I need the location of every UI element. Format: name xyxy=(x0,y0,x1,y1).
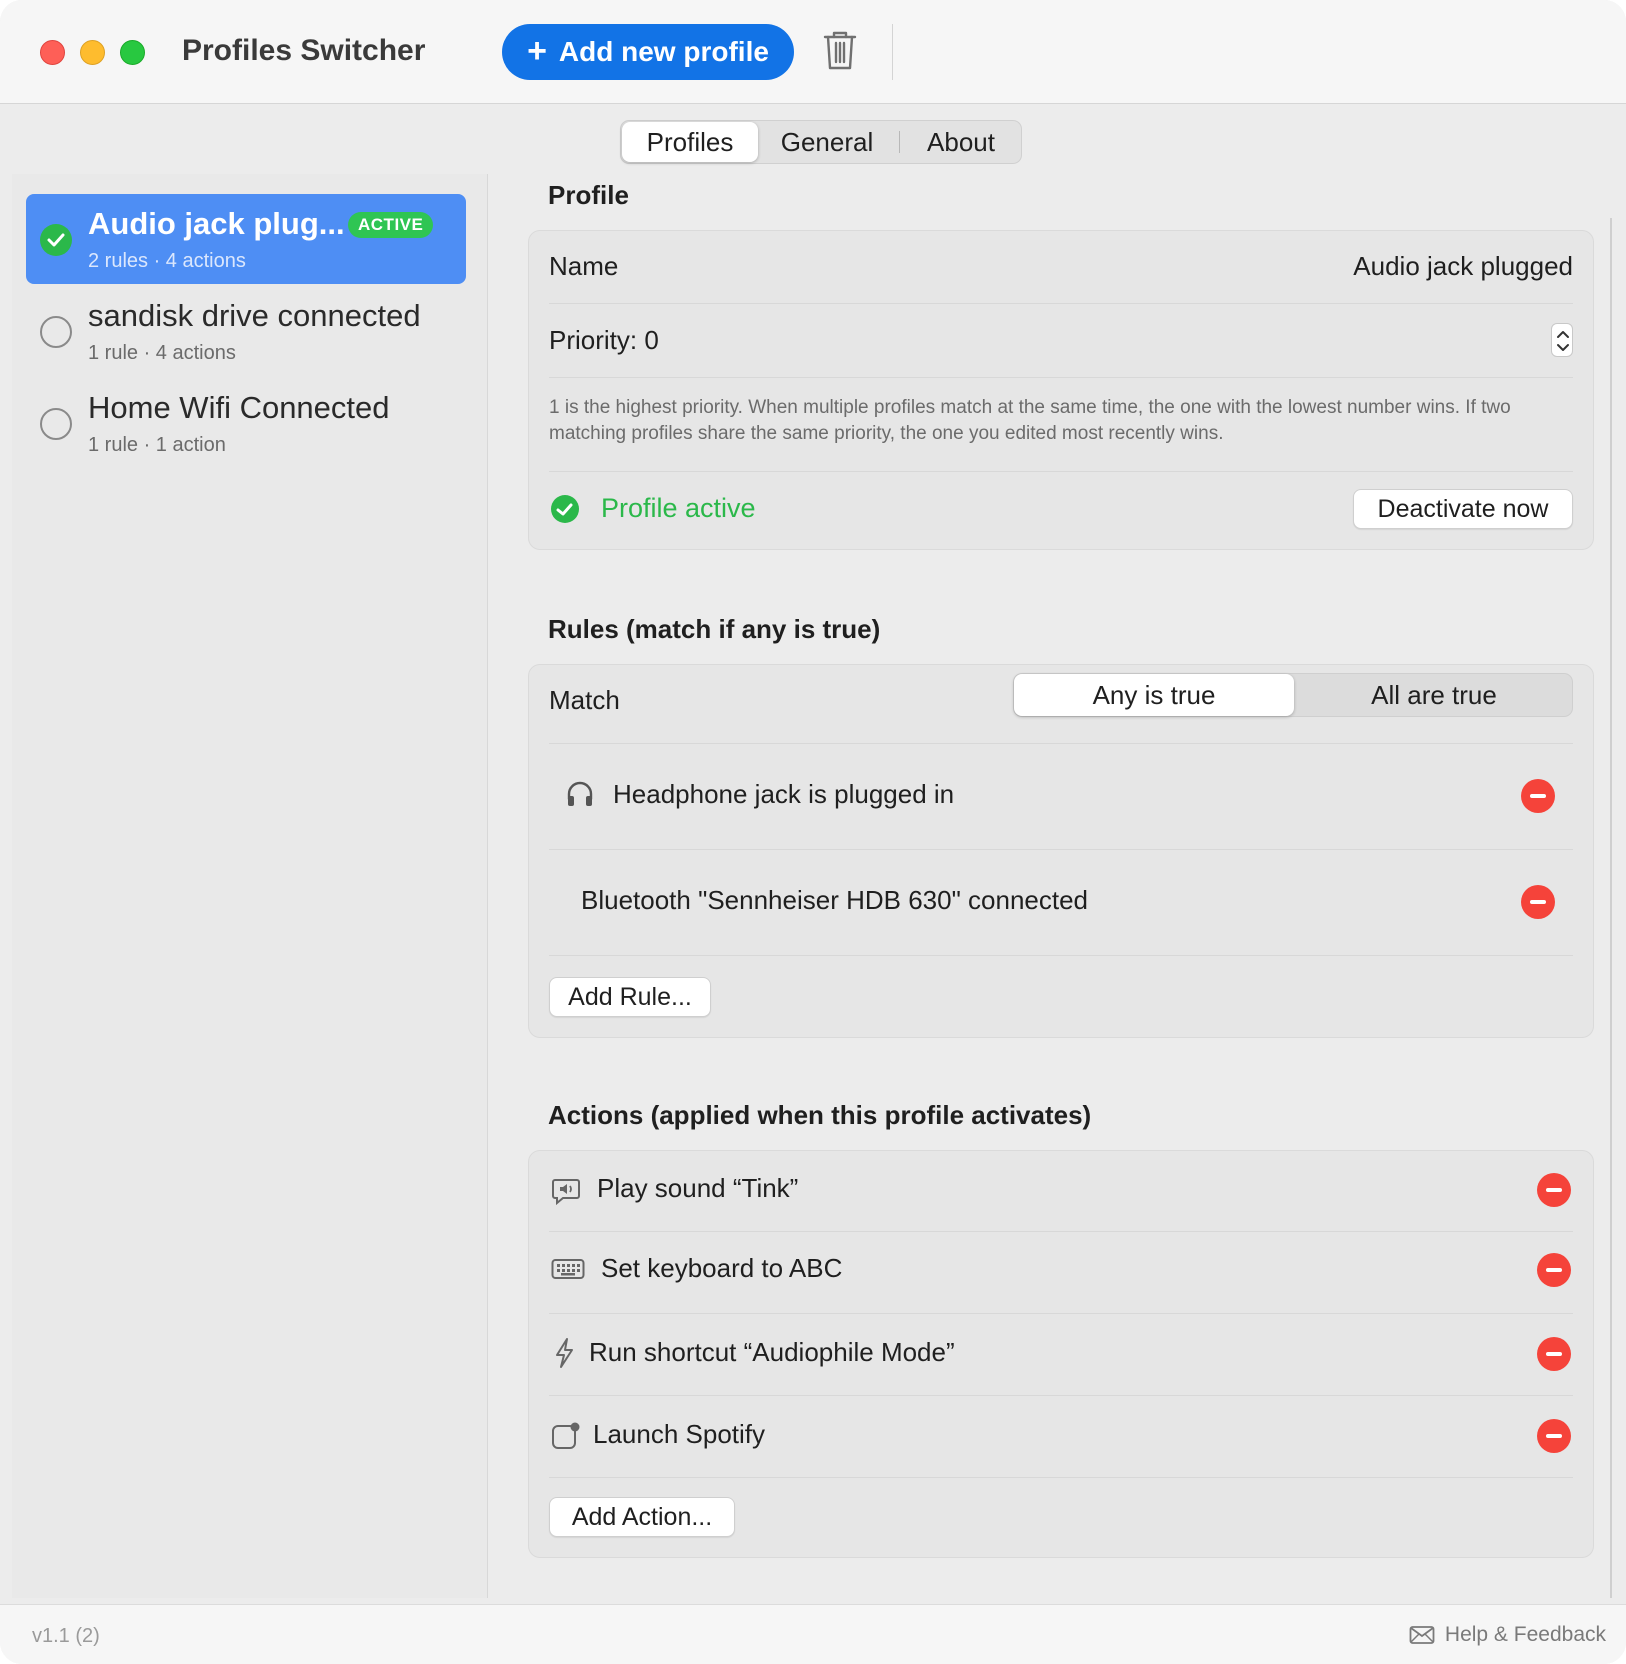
remove-rule-button[interactable] xyxy=(1521,885,1555,919)
profile-active-check-icon xyxy=(551,495,579,523)
priority-stepper[interactable] xyxy=(1551,323,1573,357)
tab-about[interactable]: About xyxy=(903,121,1019,163)
match-all-option[interactable]: All are true xyxy=(1294,674,1574,716)
add-rule-button[interactable]: Add Rule... xyxy=(549,977,711,1017)
action-text: Run shortcut “Audiophile Mode” xyxy=(589,1337,955,1367)
divider xyxy=(549,377,1573,378)
active-check-icon xyxy=(40,224,72,256)
divider xyxy=(549,303,1573,304)
action-text: Set keyboard to ABC xyxy=(601,1253,843,1283)
plus-icon: + xyxy=(527,31,547,70)
rules-section-title: Rules (match if any is true) xyxy=(548,614,881,644)
actions-section-title: Actions (applied when this profile activ… xyxy=(548,1100,1092,1130)
action-row[interactable]: Run shortcut “Audiophile Mode” xyxy=(549,1315,1573,1395)
rule-row[interactable]: Headphone jack is plugged in xyxy=(549,745,1573,849)
match-row: Match Any is true All are true xyxy=(549,673,1573,721)
minimize-window-button[interactable] xyxy=(80,40,105,65)
remove-action-button[interactable] xyxy=(1537,1419,1571,1453)
profile-name: Audio jack plug... xyxy=(88,206,345,241)
profile-detail-pane: Profile Name Audio jack plugged Priority… xyxy=(490,164,1610,1598)
delete-profile-button[interactable] xyxy=(820,28,860,72)
app-window: Profiles Switcher + Add new profile Prof… xyxy=(0,0,1626,1664)
close-window-button[interactable] xyxy=(40,40,65,65)
divider xyxy=(549,1395,1573,1396)
profile-summary: 1 rule · 1 action xyxy=(88,434,226,456)
profile-name: sandisk drive connected xyxy=(88,298,421,333)
action-text: Launch Spotify xyxy=(593,1419,766,1449)
tab-general[interactable]: General xyxy=(761,121,893,163)
actions-group: Play sound “Tink” Set keyboard to ABC Ru… xyxy=(528,1150,1594,1558)
rules-group: Match Any is true All are true Headphone… xyxy=(528,664,1594,1038)
priority-label: Priority: 0 xyxy=(549,325,659,355)
match-mode-segmented-control: Any is true All are true xyxy=(1013,673,1573,717)
add-action-button[interactable]: Add Action... xyxy=(549,1497,735,1537)
add-new-profile-label: Add new profile xyxy=(558,36,769,67)
remove-action-button[interactable] xyxy=(1537,1173,1571,1207)
profile-item-sandisk[interactable]: sandisk drive connected 1 rule · 4 actio… xyxy=(26,286,466,376)
toolbar-divider xyxy=(892,24,893,80)
remove-action-button[interactable] xyxy=(1537,1253,1571,1287)
remove-action-button[interactable] xyxy=(1537,1337,1571,1371)
divider xyxy=(549,743,1573,744)
inactive-radio-icon xyxy=(40,316,72,348)
action-text: Play sound “Tink” xyxy=(597,1173,799,1203)
inactive-radio-icon xyxy=(40,408,72,440)
add-new-profile-button[interactable]: + Add new profile xyxy=(502,24,794,80)
match-any-option[interactable]: Any is true xyxy=(1014,674,1294,716)
divider xyxy=(549,1231,1573,1232)
vertical-scrollbar[interactable] xyxy=(1610,218,1612,1598)
profile-item-audio-jack[interactable]: Audio jack plug... ACTIVE 2 rules · 4 ac… xyxy=(26,194,466,284)
deactivate-now-button[interactable]: Deactivate now xyxy=(1353,489,1573,529)
window-title: Profiles Switcher xyxy=(182,34,426,67)
action-row[interactable]: Set keyboard to ABC xyxy=(549,1233,1573,1313)
profile-name: Home Wifi Connected xyxy=(88,390,390,425)
version-label: v1.1 (2) xyxy=(32,1625,100,1647)
profile-summary: 1 rule · 4 actions xyxy=(88,342,236,364)
active-badge: ACTIVE xyxy=(348,212,434,238)
stepper-arrows-icon xyxy=(1557,331,1569,351)
bolt-icon xyxy=(556,1338,573,1368)
name-label: Name xyxy=(549,251,619,281)
rule-row[interactable]: Bluetooth "Sennheiser HDB 630" connected xyxy=(549,851,1573,955)
divider xyxy=(549,849,1573,850)
priority-row: Priority: 0 xyxy=(549,323,1573,361)
envelope-icon xyxy=(1409,1626,1435,1644)
divider xyxy=(549,1313,1573,1314)
divider xyxy=(549,955,1573,956)
tab-bar: Profiles General About xyxy=(620,120,1022,164)
keyboard-icon xyxy=(551,1259,585,1279)
tab-profiles[interactable]: Profiles xyxy=(622,122,758,162)
profile-item-home-wifi[interactable]: Home Wifi Connected 1 rule · 1 action xyxy=(26,378,466,468)
remove-rule-button[interactable] xyxy=(1521,779,1555,813)
profile-status-text: Profile active xyxy=(601,493,756,523)
help-feedback-link[interactable]: Help & Feedback xyxy=(1409,1623,1606,1647)
profile-section-title: Profile xyxy=(548,180,629,210)
profiles-sidebar: Audio jack plug... ACTIVE 2 rules · 4 ac… xyxy=(12,174,488,1598)
priority-hint: 1 is the highest priority. When multiple… xyxy=(549,397,1511,444)
app-launch-icon xyxy=(552,1422,580,1449)
profile-settings-group: Name Audio jack plugged Priority: 0 1 is… xyxy=(528,230,1594,550)
rule-text: Headphone jack is plugged in xyxy=(613,779,955,809)
name-row: Name Audio jack plugged xyxy=(549,251,1573,287)
headphones-icon xyxy=(567,781,593,806)
action-row[interactable]: Launch Spotify xyxy=(549,1397,1573,1477)
match-label: Match xyxy=(549,685,620,715)
speaker-bubble-icon xyxy=(552,1179,580,1205)
rule-text: Bluetooth "Sennheiser HDB 630" connected xyxy=(581,885,1089,915)
profile-summary: 2 rules · 4 actions xyxy=(88,250,246,272)
title-bar: Profiles Switcher + Add new profile xyxy=(0,0,1626,104)
help-feedback-label: Help & Feedback xyxy=(1444,1623,1606,1646)
action-row[interactable]: Play sound “Tink” xyxy=(549,1151,1573,1231)
zoom-window-button[interactable] xyxy=(120,40,145,65)
divider xyxy=(549,1477,1573,1478)
footer-bar: v1.1 (2) Help & Feedback xyxy=(0,1604,1626,1664)
tab-separator xyxy=(899,131,900,153)
profile-name-field[interactable]: Audio jack plugged xyxy=(1353,251,1573,282)
divider xyxy=(549,471,1573,472)
trash-icon xyxy=(823,31,857,70)
